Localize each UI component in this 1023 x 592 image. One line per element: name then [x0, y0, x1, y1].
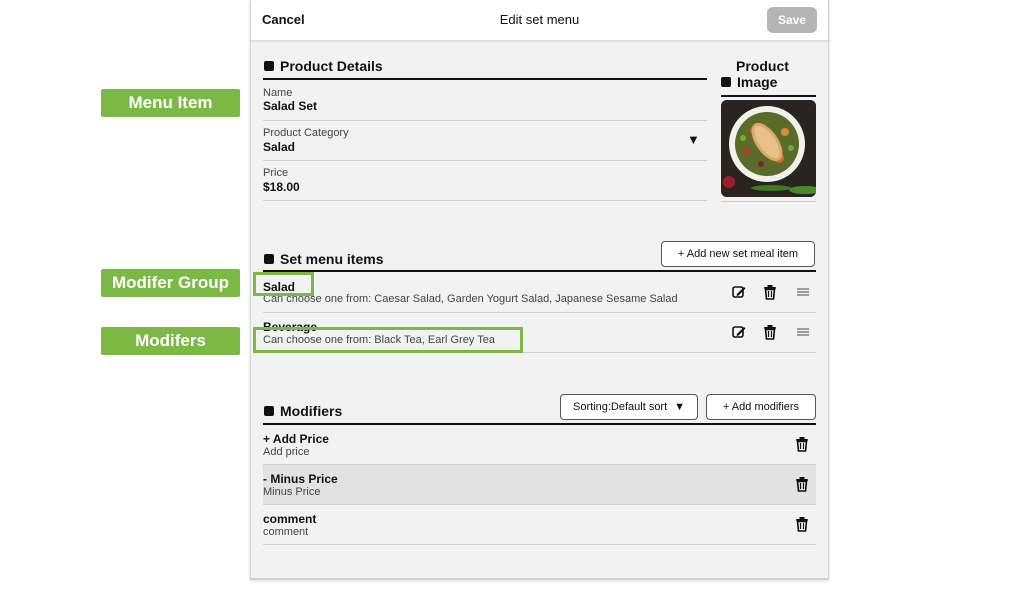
product-image-title-line2: Image — [737, 74, 778, 90]
modifiers-heading: Modifiers — [264, 403, 342, 419]
sorting-dropdown[interactable]: Sorting:Default sort ▼ — [560, 394, 698, 420]
top-bar: Cancel Edit set menu Save — [251, 0, 828, 41]
trash-icon[interactable] — [762, 284, 778, 300]
row-highlight — [263, 465, 816, 504]
trash-icon[interactable] — [794, 436, 810, 452]
modifier-description: Add price — [263, 446, 310, 458]
square-bullet-icon — [264, 61, 274, 71]
set-item-description: Can choose one from: Caesar Salad, Garde… — [263, 293, 678, 305]
modifier-description: comment — [263, 526, 309, 538]
sorting-label: Sorting:Default sort — [573, 401, 668, 413]
trash-icon[interactable] — [794, 476, 810, 492]
add-modifiers-button[interactable]: + Add modifiers — [706, 394, 816, 420]
name-value: Salad Set — [263, 99, 318, 113]
modifier-title: comment — [263, 512, 317, 526]
divider — [263, 544, 816, 545]
drag-handle-icon[interactable] — [795, 324, 811, 340]
product-image[interactable] — [721, 100, 816, 197]
chevron-down-icon: ▼ — [674, 401, 685, 413]
divider — [721, 95, 816, 97]
trash-icon[interactable] — [762, 324, 778, 340]
modifier-group-highlight — [253, 272, 314, 296]
product-image-heading: Product Image — [721, 58, 816, 90]
modifiers-title: Modifiers — [280, 403, 343, 419]
save-button[interactable]: Save — [767, 7, 817, 33]
modifier-title: - Minus Price — [263, 472, 338, 486]
divider — [263, 200, 707, 201]
product-details-title: Product Details — [280, 58, 383, 74]
category-value: Salad — [263, 140, 296, 154]
set-menu-items-heading: Set menu items — [264, 251, 383, 267]
salad-bowl-image — [721, 100, 816, 197]
product-details-heading: Product Details — [264, 58, 383, 74]
divider — [263, 270, 816, 272]
edit-icon[interactable] — [731, 324, 747, 340]
page-title: Edit set menu — [499, 12, 580, 27]
drag-handle-icon[interactable] — [795, 284, 811, 300]
square-bullet-icon — [721, 77, 731, 87]
modifier-group-annotation: Modifer Group — [101, 269, 240, 297]
price-value: $18.00 — [263, 180, 300, 194]
edit-icon[interactable] — [731, 284, 747, 300]
price-label: Price — [263, 167, 289, 179]
modifiers-annotation: Modifers — [101, 327, 240, 355]
product-image-title-line1: Product — [736, 58, 789, 74]
modifiers-highlight — [253, 327, 523, 353]
menu-item-annotation: Menu Item — [101, 89, 240, 117]
set-menu-items-title: Set menu items — [280, 251, 384, 267]
divider — [263, 160, 707, 161]
square-bullet-icon — [264, 254, 274, 264]
divider — [263, 120, 707, 121]
modifier-title: + Add Price — [263, 432, 329, 446]
square-bullet-icon — [264, 406, 274, 416]
divider — [263, 423, 816, 425]
add-set-meal-item-button[interactable]: + Add new set meal item — [661, 241, 815, 267]
divider — [263, 78, 707, 80]
edit-set-menu-panel: Cancel Edit set menu Save Product Detail… — [250, 0, 829, 580]
modifier-description: Minus Price — [263, 486, 321, 498]
divider — [721, 201, 816, 202]
category-label: Product Category — [263, 127, 349, 139]
divider — [263, 504, 816, 505]
name-label: Name — [263, 87, 293, 99]
chevron-down-icon[interactable]: ▼ — [687, 132, 700, 147]
trash-icon[interactable] — [794, 516, 810, 532]
divider — [263, 312, 816, 313]
